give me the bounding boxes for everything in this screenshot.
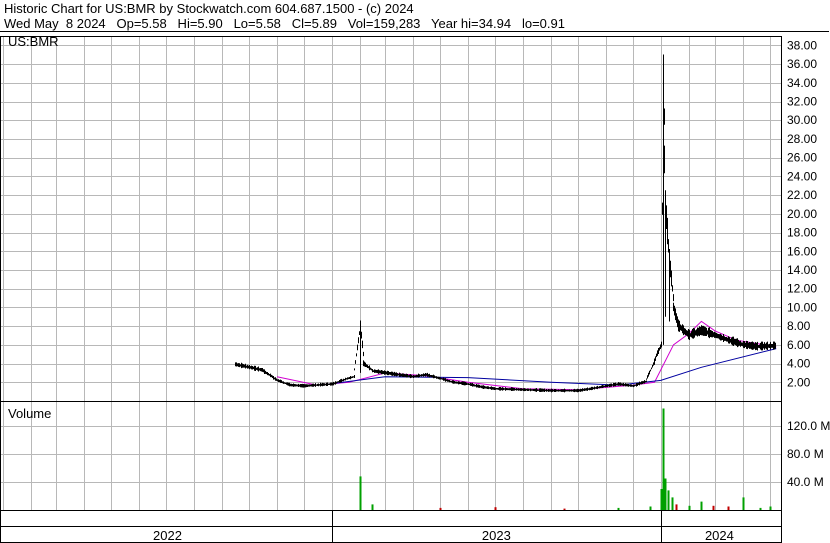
price-tick-label: 24.00: [787, 169, 817, 183]
price-tick-label: 38.00: [787, 38, 817, 52]
price-tick-label: 10.00: [787, 300, 817, 314]
volume-tick-label: 120.0 M: [787, 419, 830, 433]
year-label: 2024: [705, 528, 734, 543]
price-tick-label: 22.00: [787, 188, 817, 202]
long-moving-average-line: [321, 348, 777, 386]
price-tick-label: 34.00: [787, 76, 817, 90]
volume-tick-label: 80.0 M: [787, 447, 824, 461]
price-panel-frame: [0, 36, 782, 402]
price-tick-label: 16.00: [787, 244, 817, 258]
price-tick-label: 28.00: [787, 132, 817, 146]
price-tick-label: 36.00: [787, 57, 817, 71]
price-tick-label: 8.00: [787, 319, 811, 333]
price-tick-label: 6.00: [787, 338, 811, 352]
volume-tick-labels: 40.0 M 80.0 M 120.0 M: [787, 419, 830, 489]
price-tick-label: 4.00: [787, 357, 811, 371]
price-tick-label: 26.00: [787, 151, 817, 165]
price-tick-label: 2.00: [787, 375, 811, 389]
price-bars: [235, 54, 776, 393]
volume-bars: [359, 408, 772, 510]
price-tick-label: 30.00: [787, 113, 817, 127]
year-label: 2023: [482, 528, 511, 543]
price-tick-label: 14.00: [787, 263, 817, 277]
stock-chart: 2022 2023 2024 2.00 4.00 6.00 8.00 10.00 12.00 1…: [0, 31, 830, 543]
chart-frames: [0, 31, 829, 543]
volume-label: Volume: [8, 406, 51, 421]
year-label: 2022: [153, 528, 182, 543]
price-tick-label: 18.00: [787, 226, 817, 240]
price-tick-label: 20.00: [787, 207, 817, 221]
volume-tick-label: 40.0 M: [787, 475, 824, 489]
price-tick-label: 32.00: [787, 95, 817, 109]
price-tick-label: 12.00: [787, 282, 817, 296]
price-tick-labels: 2.00 4.00 6.00 8.00 10.00 12.00 14.00 16.00 18.0…: [787, 38, 817, 389]
year-axis: 2022 2023 2024: [0, 510, 781, 543]
